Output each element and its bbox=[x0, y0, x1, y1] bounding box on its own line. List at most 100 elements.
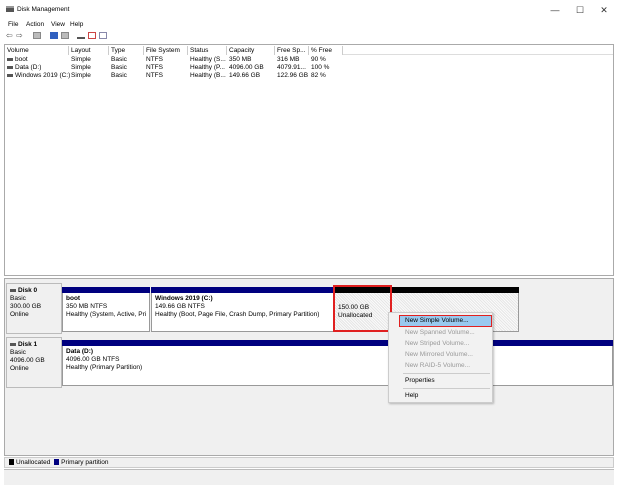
menu-file[interactable]: File bbox=[8, 21, 18, 28]
volume-icon bbox=[7, 57, 13, 61]
cell-free: 122.96 GB bbox=[277, 72, 308, 80]
legend: Unallocated Primary partition bbox=[4, 457, 614, 468]
legend-unallocated: Unallocated bbox=[16, 459, 51, 466]
column-file-system[interactable]: File System bbox=[144, 46, 188, 55]
disk-management-icon bbox=[6, 6, 14, 12]
disk-1-label[interactable]: Disk 1 Basic 4096.00 GB Online bbox=[6, 337, 62, 388]
cell-text: Healthy (S... bbox=[190, 56, 226, 63]
disk-state: Online bbox=[10, 365, 29, 372]
table-row[interactable]: Data (D:) Simple Basic NTFS Healthy (P... 409… bbox=[5, 64, 613, 72]
cell-volume: Data (D:) bbox=[7, 64, 41, 72]
cell-layout: Simple bbox=[71, 72, 91, 80]
cell-text: 4096.00 GB bbox=[229, 64, 264, 71]
partition-windows-c[interactable]: Windows 2019 (C:) 149.66 GB NTFS Healthy… bbox=[151, 287, 334, 332]
partition-status: Healthy (System, Active, Prima bbox=[66, 311, 146, 318]
cell-capacity: 4096.00 GB bbox=[229, 64, 264, 72]
column-percent-free[interactable]: % Free bbox=[309, 46, 343, 55]
disk-type: Basic bbox=[10, 349, 26, 356]
cell-text: 4079.91... bbox=[277, 64, 306, 71]
table-row[interactable]: Windows 2019 (C:) Simple Basic NTFS Healthy … bbox=[5, 72, 613, 80]
volume-icon bbox=[7, 65, 13, 69]
menu-help[interactable]: Help bbox=[70, 21, 83, 28]
partition-data-d[interactable]: Data (D:) 4096.00 GB NTFS Healthy (Prima… bbox=[62, 340, 613, 386]
menu-help[interactable]: Help bbox=[405, 391, 418, 401]
cell-text: NTFS bbox=[146, 56, 163, 63]
check-icon[interactable] bbox=[88, 32, 96, 39]
cell-text: Basic bbox=[111, 72, 127, 79]
cell-text: Data (D:) bbox=[15, 64, 42, 71]
cell-capacity: 350 MB bbox=[229, 56, 251, 64]
cell-text: Simple bbox=[71, 56, 91, 63]
disk-icon bbox=[10, 288, 16, 292]
menu-new-mirrored-volume[interactable]: New Mirrored Volume... bbox=[405, 350, 473, 360]
partition-name: Data (D:) bbox=[66, 348, 94, 355]
cell-text: NTFS bbox=[146, 72, 163, 79]
legend-primary: Primary partition bbox=[61, 459, 109, 466]
cell-type: Basic bbox=[111, 56, 127, 64]
column-status[interactable]: Status bbox=[188, 46, 227, 55]
list-header: Volume Layout Type File System Status Ca… bbox=[5, 45, 613, 55]
menu-action[interactable]: Action bbox=[26, 21, 44, 28]
window-title: Disk Management bbox=[17, 6, 70, 13]
column-capacity[interactable]: Capacity bbox=[227, 46, 275, 55]
cell-volume: boot bbox=[7, 56, 28, 64]
cell-fs: NTFS bbox=[146, 72, 163, 80]
annotation-highlight-box bbox=[333, 285, 392, 332]
column-layout[interactable]: Layout bbox=[69, 46, 109, 55]
menu-new-raid5-volume[interactable]: New RAID-5 Volume... bbox=[405, 361, 470, 371]
column-volume[interactable]: Volume bbox=[5, 46, 69, 55]
volume-icon bbox=[7, 73, 13, 77]
console-icon[interactable] bbox=[33, 32, 41, 39]
context-menu: New Simple Volume... New Spanned Volume.… bbox=[388, 312, 493, 403]
status-bar bbox=[4, 469, 614, 485]
disk-type: Basic bbox=[10, 295, 26, 302]
cell-text: 90 % bbox=[311, 56, 326, 63]
cell-status: Healthy (B... bbox=[190, 72, 226, 80]
forward-icon[interactable]: ⇨ bbox=[16, 32, 24, 40]
close-button[interactable]: ✕ bbox=[590, 2, 618, 18]
primary-bar bbox=[62, 287, 150, 293]
cell-status: Healthy (P... bbox=[190, 64, 225, 72]
menu-new-simple-volume[interactable]: New Simple Volume... bbox=[399, 315, 492, 327]
disk-icon[interactable] bbox=[77, 32, 85, 39]
primary-swatch bbox=[54, 459, 60, 466]
properties-icon[interactable] bbox=[99, 32, 107, 39]
disk-name: Disk 0 bbox=[18, 287, 38, 294]
disk-graphical-view: Disk 0 Basic 300.00 GB Online boot 350 M… bbox=[4, 278, 614, 456]
back-icon[interactable]: ⇦ bbox=[6, 32, 14, 40]
help-icon[interactable] bbox=[50, 32, 58, 39]
cell-layout: Simple bbox=[71, 56, 91, 64]
disk-state: Online bbox=[10, 311, 29, 318]
cell-text: Healthy (B... bbox=[190, 72, 226, 79]
primary-bar bbox=[151, 287, 334, 293]
cell-volume: Windows 2019 (C:) bbox=[7, 72, 70, 80]
cell-status: Healthy (S... bbox=[190, 56, 226, 64]
partition-status: Healthy (Primary Partition) bbox=[66, 364, 143, 371]
menu-new-striped-volume[interactable]: New Striped Volume... bbox=[405, 339, 469, 349]
column-free-space[interactable]: Free Sp... bbox=[275, 46, 309, 55]
partition-size: 4096.00 GB NTFS bbox=[66, 356, 120, 363]
cell-text: Basic bbox=[111, 56, 127, 63]
column-type[interactable]: Type bbox=[109, 46, 144, 55]
cell-pct: 100 % bbox=[311, 64, 329, 72]
menu-properties[interactable]: Properties bbox=[405, 376, 435, 386]
cell-text: Basic bbox=[111, 64, 127, 71]
cell-type: Basic bbox=[111, 72, 127, 80]
minimize-button[interactable]: — bbox=[541, 2, 569, 18]
toolbar: ⇦ ⇨ bbox=[0, 30, 620, 42]
cell-text: 100 % bbox=[311, 64, 330, 71]
disk-0-label[interactable]: Disk 0 Basic 300.00 GB Online bbox=[6, 283, 62, 334]
cell-type: Basic bbox=[111, 64, 127, 72]
partition-boot[interactable]: boot 350 MB NTFS Healthy (System, Active… bbox=[62, 287, 150, 332]
cell-text: 316 MB bbox=[277, 56, 300, 63]
table-row[interactable]: boot Simple Basic NTFS Healthy (S... 350 MB 31… bbox=[5, 56, 613, 64]
cell-text: 350 MB bbox=[229, 56, 252, 63]
cell-pct: 90 % bbox=[311, 56, 326, 64]
menu-view[interactable]: View bbox=[51, 21, 65, 28]
volume-list: Volume Layout Type File System Status Ca… bbox=[4, 44, 614, 276]
menu-separator bbox=[403, 388, 490, 389]
cell-text: NTFS bbox=[146, 64, 163, 71]
cell-free: 4079.91... bbox=[277, 64, 306, 72]
menu-new-spanned-volume[interactable]: New Spanned Volume... bbox=[405, 328, 475, 338]
view-icon[interactable] bbox=[61, 32, 69, 39]
